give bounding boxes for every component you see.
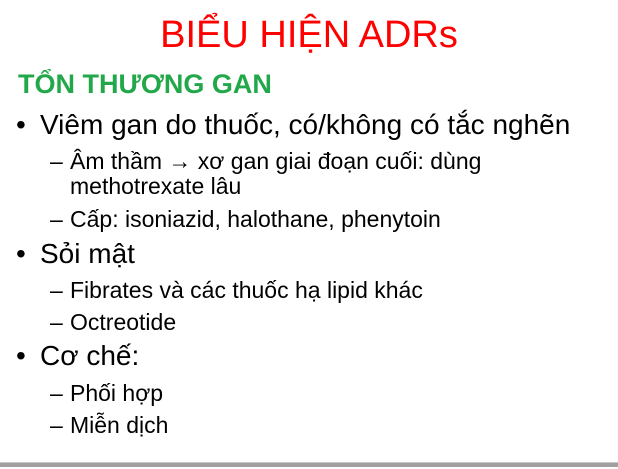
dash-marker: – <box>50 412 63 438</box>
section-heading: TỔN THƯƠNG GAN <box>18 69 272 99</box>
sub-bullet-text: Âm thầm → xơ gan giai đoạn cuối: dùng <box>70 148 482 174</box>
slide: BIỂU HIỆN ADRs TỔN THƯƠNG GAN • Viêm gan … <box>0 0 618 469</box>
sub-bullet-text: Phối hợp <box>70 380 164 406</box>
bullet-marker: • <box>16 238 26 269</box>
bullet-text: Cơ chế: <box>40 340 140 371</box>
bullet-marker: • <box>16 109 26 140</box>
bullet-item: • Sỏi mật <box>16 238 135 270</box>
dash-marker: – <box>50 309 63 335</box>
dash-marker: – <box>50 206 63 232</box>
dash-marker: – <box>50 380 63 406</box>
dash-marker: – <box>50 277 63 303</box>
sub-bullet-text: Fibrates và các thuốc hạ lipid khác <box>70 277 423 303</box>
sub-bullet-text-line2: methotrexate lâu <box>70 173 242 199</box>
bullet-text: Viêm gan do thuốc, có/không có tắc nghẽn <box>40 109 571 140</box>
sub-bullet-text: Octreotide <box>70 309 177 335</box>
sub-bullet-text: Cấp: isoniazid, halothane, phenytoin <box>70 206 441 232</box>
slide-title: BIỂU HIỆN ADRs <box>160 14 458 56</box>
bullet-marker: • <box>16 340 26 371</box>
bullet-text: Sỏi mật <box>40 238 135 269</box>
bottom-divider <box>0 462 618 467</box>
sub-bullet-text: Miễn dịch <box>70 412 169 438</box>
bullet-item: • Cơ chế: <box>16 340 139 372</box>
bullet-item: • Viêm gan do thuốc, có/không có tắc nghẽ… <box>16 109 570 141</box>
dash-marker: – <box>50 148 63 174</box>
